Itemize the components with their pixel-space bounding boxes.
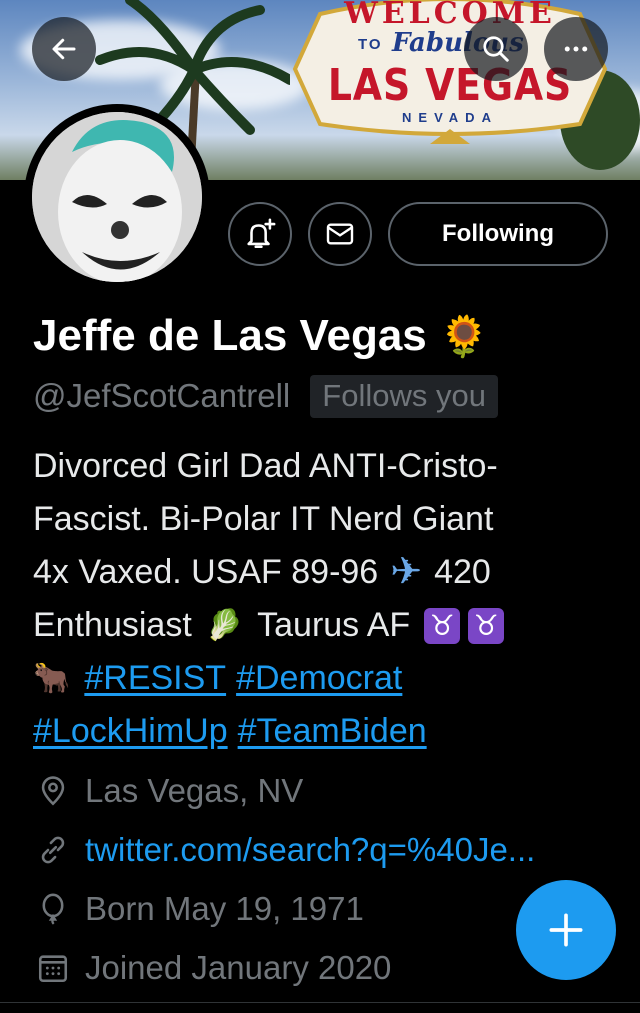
- hashtag-lockhimup[interactable]: #LockHimUp: [33, 705, 228, 758]
- hashtag-teambiden[interactable]: #TeamBiden: [238, 705, 427, 758]
- hashtag-resist[interactable]: #RESIST: [84, 652, 226, 705]
- divider: [0, 1002, 640, 1003]
- profile-joined: Joined January 2020: [85, 949, 392, 986]
- bell-plus-icon: [247, 218, 276, 249]
- airplane-icon: ✈: [390, 551, 423, 593]
- taurus-icon: ♉: [468, 607, 505, 644]
- bio-line-3: 4x Vaxed. USAF 89-96: [33, 553, 379, 591]
- plant-icon: 🥬: [205, 609, 244, 642]
- bio-line-4: Enthusiast: [33, 606, 192, 644]
- handle-row: @JefScotCantrell Follows you: [33, 371, 498, 421]
- message-button[interactable]: [308, 202, 372, 266]
- envelope-icon: [326, 223, 354, 245]
- search-button[interactable]: [464, 17, 528, 81]
- profile-location: Las Vegas, NV: [85, 772, 304, 809]
- more-horizontal-icon: [564, 46, 588, 52]
- following-button[interactable]: Following: [388, 202, 608, 266]
- profile-birthday: Born May 19, 1971: [85, 890, 364, 927]
- notifications-button[interactable]: [228, 202, 292, 266]
- birthday-row: Born May 19, 1971: [33, 884, 364, 934]
- back-button[interactable]: [32, 17, 96, 81]
- joined-row: Joined January 2020: [33, 943, 391, 993]
- bio-line-1: Divorced Girl Dad ANTI-Cristo-: [33, 447, 498, 485]
- location-pin-icon: [33, 771, 73, 811]
- link-icon: [33, 830, 73, 870]
- profile-bio: Divorced Girl Dad ANTI-Cristo- Fascist. …: [33, 440, 623, 758]
- profile-handle: @JefScotCantrell: [33, 377, 291, 414]
- follows-you-badge: Follows you: [310, 374, 498, 418]
- more-options-button[interactable]: [544, 17, 608, 81]
- taurus-icon: ♉: [424, 607, 461, 644]
- avatar-image: [32, 112, 202, 282]
- sunflower-icon: 🌻: [439, 315, 489, 359]
- location-row: Las Vegas, NV: [33, 766, 303, 816]
- balloon-icon: [33, 889, 73, 929]
- profile-website-link[interactable]: twitter.com/search?q=%40Je...: [85, 831, 535, 869]
- profile-avatar[interactable]: [24, 104, 210, 290]
- bio-line-4-end: Taurus AF: [257, 606, 411, 644]
- website-row: twitter.com/search?q=%40Je...: [33, 825, 535, 875]
- hashtag-democrat[interactable]: #Democrat: [236, 652, 402, 705]
- sign-state-text: NEVADA: [402, 110, 498, 125]
- display-name-text: Jeffe de Las Vegas: [33, 311, 427, 360]
- search-icon: [483, 36, 509, 62]
- bio-line-2: Fascist. Bi-Polar IT Nerd Giant: [33, 500, 494, 538]
- sign-to-text: TO: [358, 36, 383, 53]
- bio-line-3-end: 420: [434, 553, 491, 591]
- plus-icon: [549, 913, 583, 947]
- ox-icon: 🐂: [33, 662, 71, 695]
- calendar-icon: [33, 948, 73, 988]
- compose-tweet-button[interactable]: [516, 880, 616, 980]
- display-name: Jeffe de Las Vegas 🌻: [33, 308, 489, 365]
- arrow-left-icon: [52, 38, 76, 60]
